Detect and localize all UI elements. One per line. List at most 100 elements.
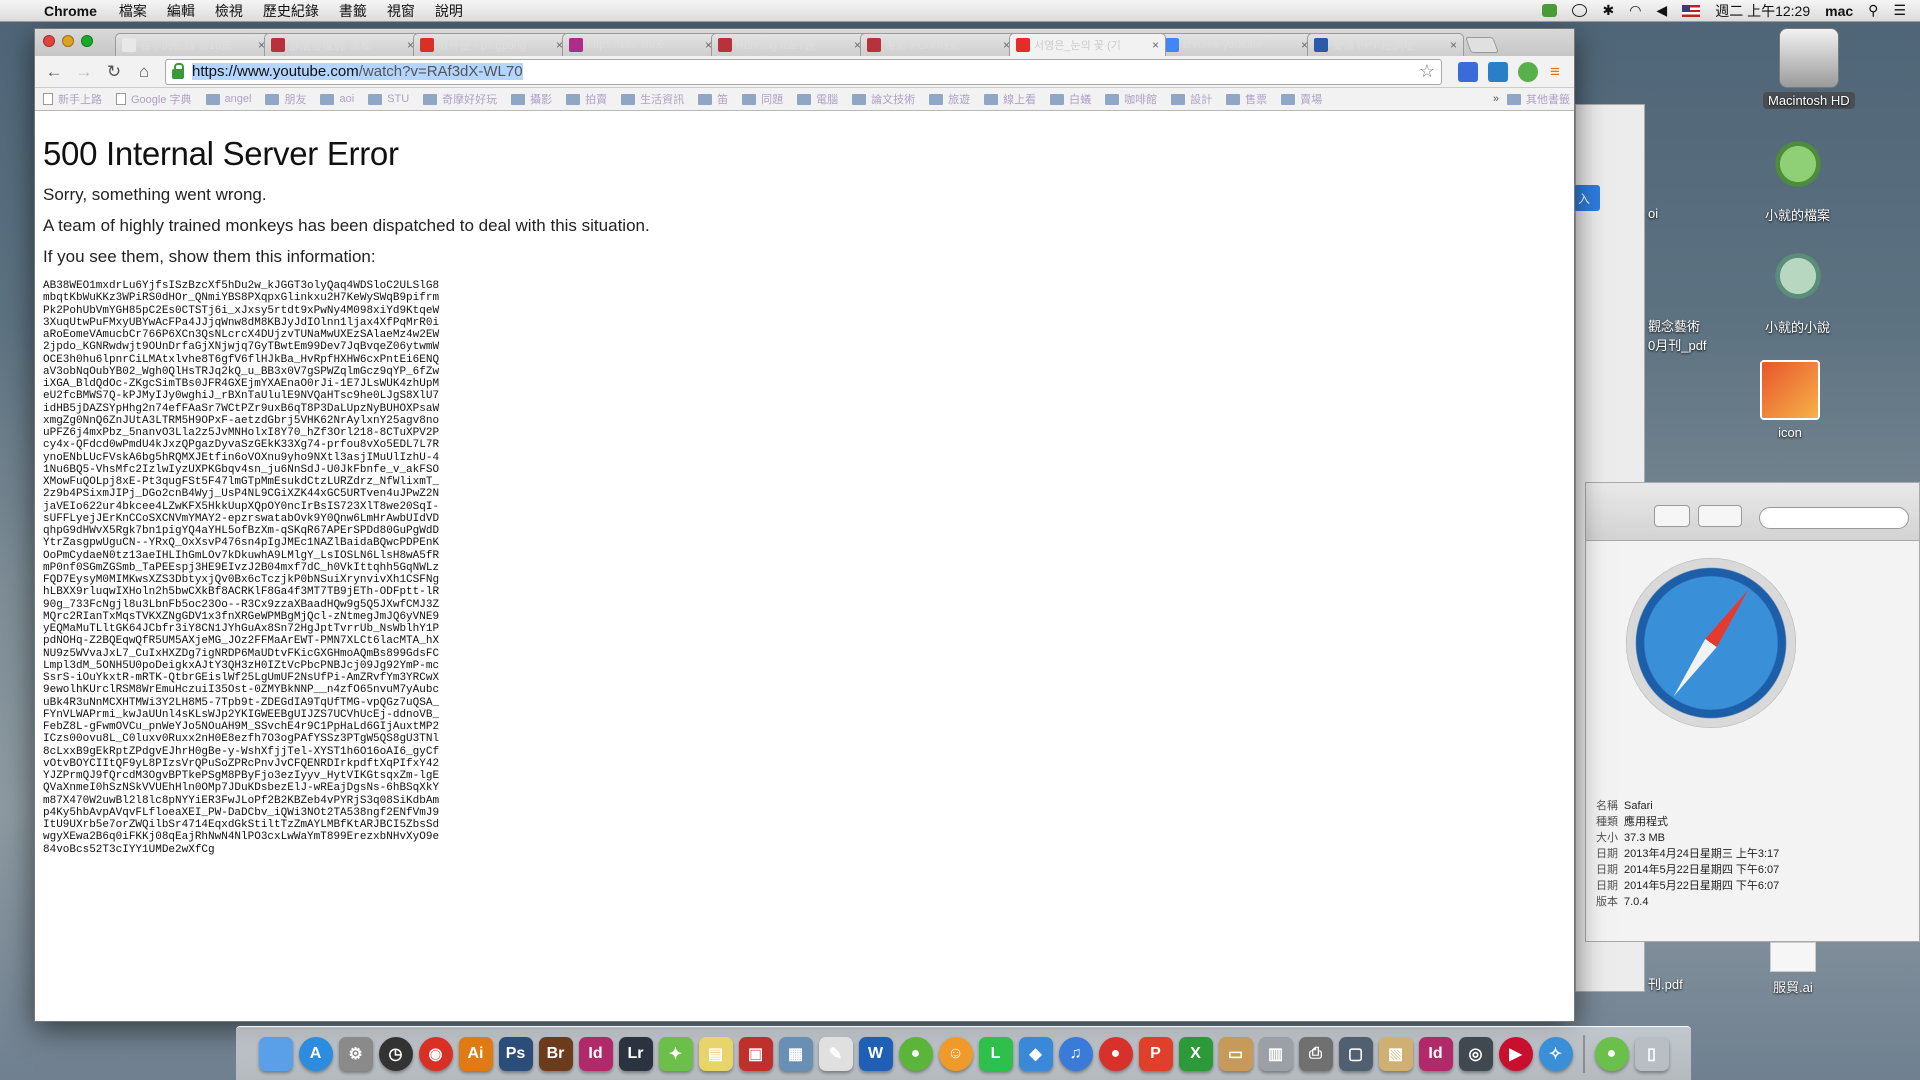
alien-icon[interactable]: ● xyxy=(898,1036,933,1071)
system-preferences-icon[interactable]: ⚙ xyxy=(338,1036,373,1071)
input-source-icon[interactable] xyxy=(1682,4,1701,17)
desktop-icon-novel[interactable]: 小就的小說 xyxy=(1760,252,1835,337)
home-icon[interactable]: ⌂ xyxy=(131,62,157,82)
textedit-icon[interactable]: ✎ xyxy=(818,1036,853,1071)
desktop-partial-label[interactable]: oi xyxy=(1648,206,1658,221)
bookmark-item[interactable]: 攝影 xyxy=(511,91,552,107)
browser-tab[interactable]: Running man/跑 × xyxy=(711,33,868,56)
bookmark-item[interactable]: STU xyxy=(368,91,409,107)
presentation-icon[interactable]: ▭ xyxy=(1218,1036,1253,1071)
bookmark-item[interactable]: 拍賣 xyxy=(566,91,607,107)
quick-look-button[interactable] xyxy=(1654,505,1690,527)
desktop-icon-icon[interactable]: icon xyxy=(1760,360,1820,441)
bookmark-item[interactable]: 線上看 xyxy=(984,91,1036,107)
alien2-icon[interactable]: ● xyxy=(1594,1036,1629,1071)
trash-app-icon[interactable]: ▥ xyxy=(1258,1036,1293,1071)
back-arrow-icon[interactable]: ← xyxy=(41,62,67,82)
desktop-partial-label[interactable]: 刊.pdf xyxy=(1648,974,1683,993)
desktop-icon-macintosh-hd[interactable]: Macintosh HD xyxy=(1763,28,1855,109)
pencil-app-icon[interactable]: P xyxy=(1138,1036,1173,1071)
stickies-icon[interactable]: ▤ xyxy=(698,1036,733,1071)
browser-tab[interactable]: 部落客檔別: 黑松 × xyxy=(264,33,421,56)
bookmark-item[interactable]: 奇摩好好玩 xyxy=(423,91,497,107)
bookmark-item[interactable]: aoi xyxy=(320,91,354,107)
itunes-icon[interactable]: ♫ xyxy=(1058,1036,1093,1071)
extension-check-icon[interactable] xyxy=(1518,61,1538,82)
time-machine-icon[interactable] xyxy=(1572,4,1588,17)
bookmark-item[interactable]: 論文技術 xyxy=(852,91,915,107)
safari-info-window[interactable]: 名稱 Safari 種類 應用程式 大小 37.3 MB 日期 2013年4月24日星期… xyxy=(1585,482,1920,942)
minimize-window-button[interactable] xyxy=(62,35,74,47)
player-icon[interactable]: ▶ xyxy=(1498,1036,1533,1071)
preview-icon[interactable]: ▦ xyxy=(778,1036,813,1071)
menu-window[interactable]: 視窗 xyxy=(387,1,415,21)
chrome-menu-icon[interactable]: ≡ xyxy=(1542,62,1568,82)
menu-view[interactable]: 檢視 xyxy=(215,1,243,21)
trash-icon[interactable]: ▯ xyxy=(1634,1036,1669,1071)
app-store-icon[interactable]: A xyxy=(298,1036,333,1071)
forward-arrow-icon[interactable]: → xyxy=(71,62,97,82)
tab-close-icon[interactable]: × xyxy=(1450,38,1457,52)
action-gear-button[interactable] xyxy=(1698,505,1742,527)
bookmark-item[interactable]: 新手上路 xyxy=(43,91,102,107)
menu-app-name[interactable]: Chrome xyxy=(44,3,97,19)
menu-history[interactable]: 歷史紀錄 xyxy=(263,1,319,21)
evernote-icon[interactable] xyxy=(1542,4,1558,17)
dropbox-icon[interactable]: ◆ xyxy=(1018,1036,1053,1071)
bookmark-item[interactable]: 設計 xyxy=(1171,91,1212,107)
line-icon[interactable]: L xyxy=(978,1036,1013,1071)
word-icon[interactable]: W xyxy=(858,1036,893,1071)
finder-icon[interactable] xyxy=(258,1036,293,1071)
extension-x-icon[interactable] xyxy=(1488,61,1508,82)
bluetooth-icon[interactable]: ✱ xyxy=(1602,2,1614,19)
address-bar[interactable]: https://www.youtube.com/watch?v=RAf3dX-W… xyxy=(165,58,1442,85)
menu-edit[interactable]: 編輯 xyxy=(167,1,195,21)
desktop-icon-ai-file[interactable]: 服貿.ai xyxy=(1768,942,1818,997)
indesign-icon[interactable]: Id xyxy=(578,1036,613,1071)
desktop-partial-label[interactable]: 觀念藝術 0月刊_pdf xyxy=(1648,316,1707,354)
menu-bookmarks[interactable]: 書籤 xyxy=(339,1,367,21)
desktop-icon-files[interactable]: 小就的檔案 xyxy=(1760,140,1835,225)
bookmark-item[interactable]: 笛 xyxy=(698,91,728,107)
browser-tab[interactable]: chrome youtube × xyxy=(1158,33,1315,56)
zoom-window-button[interactable] xyxy=(81,35,93,47)
scanner-icon[interactable]: ▢ xyxy=(1338,1036,1373,1071)
wifi-icon[interactable]: ◠ xyxy=(1629,2,1641,19)
chrome-window[interactable]: 百年的新娘 第10集 × 部落客檔別: 黑松 × 收件匣 - pingpong × http… xyxy=(34,28,1575,1022)
tab-close-icon[interactable]: × xyxy=(1152,38,1159,52)
dashboard-icon[interactable]: ◷ xyxy=(378,1036,413,1071)
close-window-button[interactable] xyxy=(43,35,55,47)
extension-icon[interactable] xyxy=(1458,61,1478,82)
bookmark-item[interactable]: 旅遊 xyxy=(929,91,970,107)
archive-icon[interactable]: ▧ xyxy=(1378,1036,1413,1071)
bookmark-item[interactable]: 賣場 xyxy=(1281,91,1322,107)
photo-booth-icon[interactable]: ▣ xyxy=(738,1036,773,1071)
bookmarks-overflow-button[interactable]: » xyxy=(1493,93,1499,105)
chrome-icon[interactable]: ◉ xyxy=(418,1036,453,1071)
camera-icon[interactable]: ◎ xyxy=(1458,1036,1493,1071)
volume-icon[interactable]: ◀ xyxy=(1656,2,1667,19)
finder-search-input[interactable] xyxy=(1759,507,1909,529)
bookmark-item[interactable]: 咖啡館 xyxy=(1105,91,1157,107)
bookmark-item[interactable]: 生活資訊 xyxy=(621,91,684,107)
bookmark-item[interactable]: 白蟻 xyxy=(1050,91,1091,107)
bookmark-item[interactable]: 售票 xyxy=(1226,91,1267,107)
browser-tab[interactable]: 受傷 PPT 短網址 × xyxy=(1307,33,1464,56)
url-text[interactable]: https://www.youtube.com/watch?v=RAf3dX-W… xyxy=(192,63,523,80)
record-icon[interactable]: ● xyxy=(1098,1036,1133,1071)
printer-icon[interactable]: ⎙ xyxy=(1298,1036,1333,1071)
menu-user[interactable]: mac xyxy=(1825,3,1853,19)
cartoon-icon[interactable]: ☺ xyxy=(938,1036,973,1071)
excel-x-icon[interactable]: X xyxy=(1178,1036,1213,1071)
bridge-icon[interactable]: Br xyxy=(538,1036,573,1071)
bookmark-item[interactable]: 朋友 xyxy=(265,91,306,107)
bookmark-item[interactable]: Google 字典 xyxy=(116,91,192,107)
menu-clock[interactable]: 週二 上午12:29 xyxy=(1715,1,1810,21)
bookmark-star-icon[interactable]: ☆ xyxy=(1419,61,1435,82)
browser-tab[interactable]: https://sso.stu.e × xyxy=(562,33,719,56)
browser-tab[interactable]: 電影-FUN6映影 × xyxy=(860,33,1017,56)
browser-tab[interactable]: 서영은_눈의 꽃 (기 × xyxy=(1009,33,1166,56)
bookmark-item[interactable]: 電腦 xyxy=(797,91,838,107)
lightroom-icon[interactable]: Lr xyxy=(618,1036,653,1071)
safari-icon[interactable]: ✧ xyxy=(1538,1036,1573,1071)
